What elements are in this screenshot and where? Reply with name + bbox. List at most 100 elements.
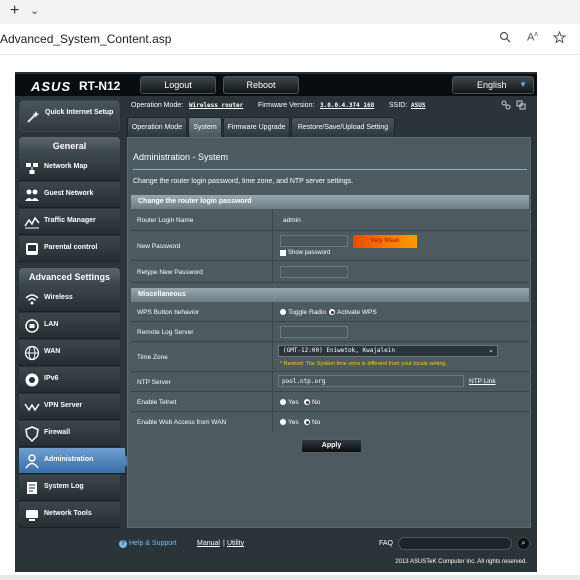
utility-link[interactable]: Utility (227, 540, 244, 547)
remote-log-server-input[interactable] (280, 326, 348, 338)
yes-label: Yes (288, 419, 299, 426)
field-label: Enable Telnet (137, 399, 177, 406)
firmware-version-label: Firmware Version: (258, 102, 315, 109)
tab-list-chevron-icon[interactable]: ⌄ (30, 4, 39, 17)
web-wan-no-radio[interactable] (304, 419, 310, 425)
sidebar-item-label: VPN Server (44, 402, 83, 409)
wan-icon (24, 345, 40, 361)
system-log-icon (27, 482, 37, 494)
quick-setup-label: Quick Internet Setup (45, 109, 114, 116)
search-icon[interactable]: ⌕ (517, 537, 530, 550)
telnet-yes-radio[interactable] (280, 399, 286, 405)
ntp-server-input[interactable]: pool.ntp.org (278, 375, 464, 387)
sidebar-item-label: Network Map (44, 163, 88, 170)
field-label: WPS Button behavior (137, 309, 200, 316)
main-content: Operation Mode: Wireless router Firmware… (127, 96, 531, 534)
new-password-input[interactable] (280, 235, 348, 247)
web-wan-yes-radio[interactable] (280, 419, 286, 425)
faq-search-input[interactable] (398, 537, 512, 550)
logout-button[interactable]: Logout (140, 76, 216, 94)
ssid-link[interactable]: ASUS (411, 102, 425, 109)
tab-system[interactable]: System (188, 117, 222, 137)
show-password-label: Show password (288, 250, 331, 256)
address-bar: Advanced_System_Content.asp Aʌ (0, 24, 580, 55)
show-password-checkbox[interactable] (280, 250, 286, 256)
remote-log-server-row: Remote Log Server (131, 322, 529, 342)
chevron-down-icon: ⌄ (488, 347, 494, 354)
network-map-icon (26, 163, 38, 174)
sidebar-item-system-log[interactable]: System Log (19, 475, 120, 501)
field-label: Router Login Name (137, 217, 194, 224)
time-zone-value: (GMT-12:00) Eniwetok, Kwajalein (283, 347, 395, 354)
telnet-no-radio[interactable] (304, 399, 310, 405)
new-tab-button[interactable]: + (10, 2, 19, 20)
sidebar-item-label: System Log (44, 483, 84, 490)
login-name-value: admin (283, 217, 301, 224)
read-aloud-icon[interactable]: Aʌ (527, 31, 538, 44)
sidebar-item-parental-control[interactable]: Parental control (19, 236, 120, 262)
asus-logo: ASUS (31, 79, 72, 94)
retype-password-input[interactable] (280, 266, 348, 278)
network-status-icon[interactable] (516, 100, 526, 110)
wps-activate-option[interactable] (329, 309, 335, 315)
yes-label: Yes (288, 399, 299, 406)
lan-icon (25, 319, 39, 333)
sidebar-item-firewall[interactable]: Firewall (19, 421, 120, 447)
quick-internet-setup-button[interactable]: Quick Internet Setup (19, 100, 120, 132)
tab-firmware-upgrade[interactable]: Firmware Upgrade (223, 117, 290, 137)
time-zone-select[interactable]: (GMT-12:00) Eniwetok, Kwajalein ⌄ (278, 345, 498, 357)
sidebar-item-network-tools[interactable]: Network Tools (19, 502, 120, 528)
router-admin-frame: ASUS RT-N12 Logout Reboot English ▼ Quic… (15, 72, 537, 572)
sidebar-item-wireless[interactable]: Wireless (19, 286, 120, 312)
sidebar-item-network-map[interactable]: Network Map (19, 155, 120, 181)
title-divider (133, 169, 527, 170)
footer-separator: | (223, 540, 225, 547)
sidebar-item-traffic-manager[interactable]: Traffic Manager (19, 209, 120, 235)
field-label: NTP Server (137, 379, 171, 386)
ntp-server-value: pool.ntp.org (282, 378, 326, 385)
manual-link[interactable]: Manual (197, 540, 220, 547)
sidebar-item-guest-network[interactable]: Guest Network (19, 182, 120, 208)
wps-option-label: Toggle Radio (288, 309, 326, 316)
usb-status-icon[interactable] (501, 100, 511, 110)
apply-button[interactable]: Apply (301, 439, 362, 453)
traffic-manager-icon (24, 216, 40, 229)
tab-restore-save-upload[interactable]: Restore/Save/Upload Setting (291, 117, 395, 137)
sidebar-item-ipv6[interactable]: IPv6 (19, 367, 120, 393)
wps-toggle-radio-option[interactable] (280, 309, 286, 315)
sidebar: Quick Internet Setup General Network Map… (15, 96, 131, 572)
wireless-icon (25, 294, 39, 305)
sidebar-item-lan[interactable]: LAN (19, 313, 120, 339)
zoom-icon[interactable] (499, 31, 511, 46)
sidebar-item-wan[interactable]: WAN (19, 340, 120, 366)
language-select[interactable]: English ▼ (452, 76, 534, 94)
copyright: 2013 ASUSTeK Computer Inc. All rights re… (395, 559, 527, 565)
sidebar-item-administration[interactable]: Administration (19, 448, 131, 474)
sidebar-item-vpn-server[interactable]: VPN Server (19, 394, 120, 420)
firmware-version-link[interactable]: 3.0.0.4.374_168 (320, 102, 374, 109)
operation-mode-label: Operation Mode: (131, 102, 184, 109)
reboot-button[interactable]: Reboot (223, 76, 299, 94)
no-label: No (312, 419, 321, 426)
advanced-settings-header: Advanced Settings (19, 268, 120, 286)
window-bottom-edge (0, 575, 580, 580)
network-tools-icon (26, 510, 38, 521)
ipv6-icon (25, 373, 39, 387)
help-icon: ? (119, 540, 127, 548)
operation-mode-link[interactable]: Wireless router (189, 102, 243, 109)
field-label: Retype New Password (137, 269, 203, 276)
ntp-link[interactable]: NTP Link (469, 378, 496, 385)
settings-panel: Administration - System Change the route… (127, 137, 531, 528)
time-zone-row: Time Zone (GMT-12:00) Eniwetok, Kwajalei… (131, 342, 529, 372)
tab-operation-mode[interactable]: Operation Mode (127, 117, 187, 137)
field-label: Time Zone (137, 354, 168, 361)
page-title: Administration - System (133, 152, 229, 162)
wps-option-label: Activate WPS (337, 309, 377, 316)
status-bar: Operation Mode: Wireless router Firmware… (127, 96, 531, 117)
sidebar-item-label: WAN (44, 348, 61, 355)
router-login-name-row: Router Login Name admin (131, 209, 529, 231)
url-text[interactable]: Advanced_System_Content.asp (0, 32, 171, 46)
field-label: Remote Log Server (137, 329, 194, 336)
password-group-header: Change the router login password (131, 195, 529, 209)
star-icon[interactable] (552, 30, 567, 47)
